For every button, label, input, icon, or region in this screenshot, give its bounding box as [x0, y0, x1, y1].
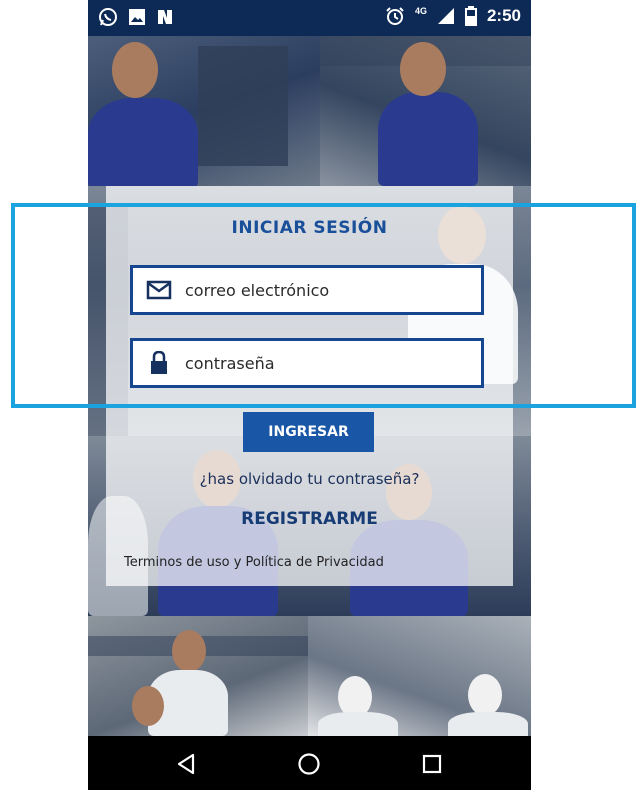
lock-icon	[133, 341, 185, 385]
login-button[interactable]: INGRESAR	[243, 412, 374, 452]
status-left-icons	[98, 7, 174, 27]
alarm-icon	[385, 6, 405, 26]
back-icon	[177, 753, 195, 775]
home-icon	[298, 753, 320, 775]
recents-icon	[422, 754, 442, 774]
navigation-bar	[88, 736, 531, 790]
back-button[interactable]	[172, 750, 200, 778]
battery-icon	[464, 6, 477, 26]
status-bar: 4G 2:50	[88, 0, 531, 36]
email-field[interactable]	[130, 265, 484, 315]
image-icon	[128, 8, 146, 26]
password-input[interactable]	[185, 353, 465, 373]
photo-tile-worker-left	[88, 36, 320, 186]
signal-icon	[437, 7, 455, 25]
photo-tile-worker-right	[320, 36, 531, 186]
envelope-icon	[133, 268, 185, 312]
register-link[interactable]: REGISTRARME	[88, 509, 531, 529]
photo-tile-lab-right	[308, 616, 531, 736]
photo-tile-lab-left	[88, 616, 308, 736]
network-type: 4G	[414, 6, 427, 16]
n-notification-icon	[156, 8, 174, 26]
status-right-icons: 4G 2:50	[385, 6, 521, 26]
email-input[interactable]	[185, 280, 465, 300]
recents-button[interactable]	[418, 750, 446, 778]
password-field[interactable]	[130, 338, 484, 388]
login-title: INICIAR SESIÓN	[231, 218, 388, 238]
phone-screen: 4G 2:50 INICIAR SESIÓN correo electrónic…	[88, 0, 531, 790]
forgot-password-link[interactable]: ¿has olvidado tu contraseña?	[88, 470, 531, 488]
whatsapp-icon	[98, 7, 118, 27]
home-button[interactable]	[295, 750, 323, 778]
terms-link[interactable]: Terminos de uso y Política de Privacidad	[124, 555, 504, 570]
status-time: 2:50	[486, 6, 521, 25]
